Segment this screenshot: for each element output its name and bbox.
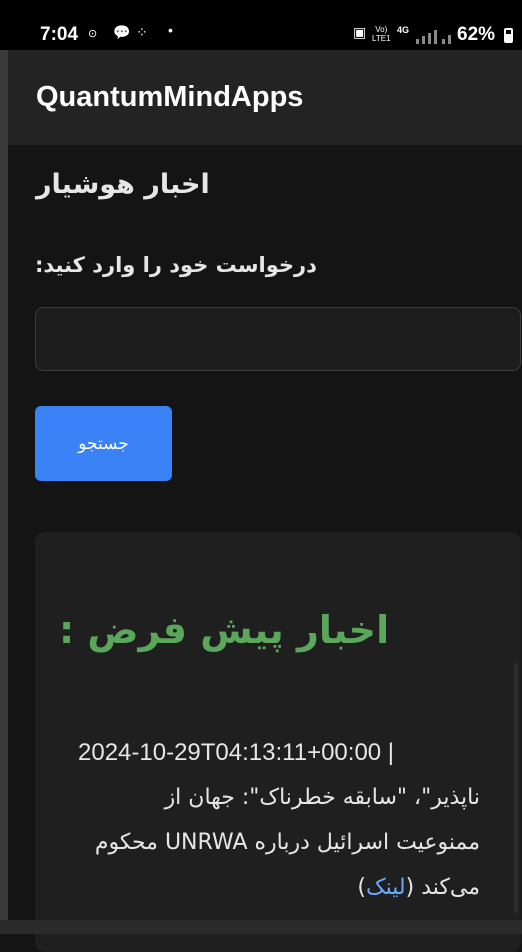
main-content[interactable]: اخبار هوشیار درخواست خود را وارد کنید: ج… [8, 145, 522, 952]
volte-label: Vo) [375, 25, 388, 34]
app-bar: QuantumMindApps [8, 50, 522, 145]
query-label: درخواست خود را وارد کنید: [35, 253, 317, 277]
news-timestamp: 2024-10-29T04:13:11+00:00 | [78, 739, 395, 766]
volte-indicator: Vo) LTE1 [372, 25, 391, 43]
app-title: QuantumMindApps [36, 81, 304, 113]
page-title: اخبار هوشیار [36, 169, 210, 200]
network-type: 4G [397, 25, 410, 35]
news-item: 2024-10-29T04:13:11+00:00 | ناپذیر"، "سا… [78, 730, 480, 910]
battery-icon [504, 28, 513, 43]
news-text: ناپذیر"، "سابقه خطرناک": جهان از ممنوعیت… [94, 785, 480, 900]
dot-icon: • [168, 22, 173, 38]
bottom-bar [0, 920, 522, 934]
clock: 7:04 [40, 24, 79, 45]
sim-icon: ▣ [353, 24, 367, 40]
battery-percentage: 62% [457, 24, 496, 45]
message-icon: 💬 [113, 24, 131, 40]
news-heading: اخبار پیش فرض : [59, 608, 390, 652]
app-notification-icon: ⊙ [88, 28, 98, 40]
signal-icon [416, 30, 456, 44]
news-card: اخبار پیش فرض : 2024-10-29T04:13:11+00:0… [35, 532, 521, 952]
status-bar: 7:04 ⊙ 💬 ⁘ • ▣ Vo) LTE1 4G 62% [0, 0, 522, 50]
scrollbar[interactable] [514, 663, 518, 913]
search-button[interactable]: جستجو [35, 406, 172, 481]
query-input[interactable] [35, 307, 521, 371]
news-link[interactable]: لینک [366, 875, 406, 900]
window-edge [0, 50, 8, 934]
lte-label: LTE1 [372, 34, 391, 43]
news-headline: ناپذیر"، "سابقه خطرناک": جهان از ممنوعیت… [94, 785, 480, 900]
apps-icon: ⁘ [136, 24, 148, 40]
